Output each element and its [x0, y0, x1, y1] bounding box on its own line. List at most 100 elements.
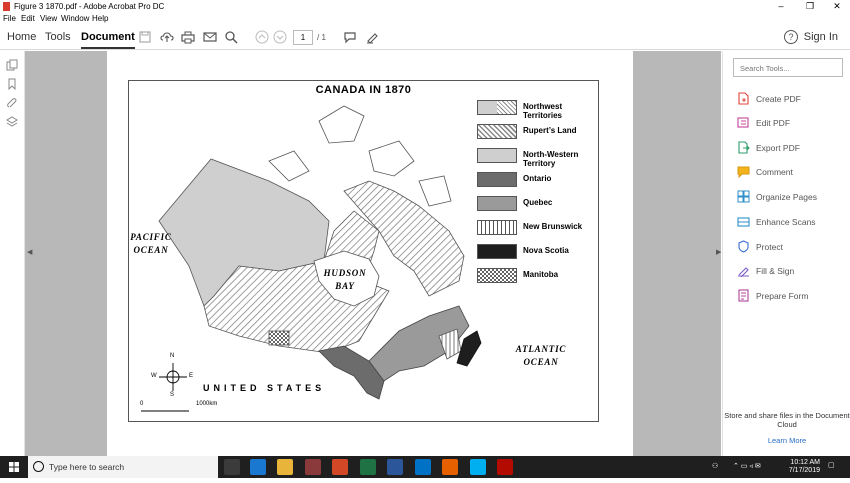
tool-export-pdf[interactable]: Export PDF	[737, 141, 847, 155]
atlantic-ocean-label: ATLANTIC OCEAN	[515, 344, 567, 367]
legend-swatch	[477, 268, 517, 283]
canada-1870-map: CANADA IN 1870 Northwest Territories Rup…	[128, 80, 599, 422]
menu-window[interactable]: Window	[61, 14, 89, 23]
search-icon[interactable]	[224, 30, 238, 44]
tool-enhance-scans[interactable]: Enhance Scans	[737, 215, 847, 229]
close-button[interactable]: ✕	[822, 0, 850, 13]
legend-item-north-western-territory: North-Western Territory	[477, 148, 597, 168]
maximize-button[interactable]: ❐	[795, 0, 825, 13]
tab-tools[interactable]: Tools	[45, 31, 71, 43]
help-icon[interactable]: ?	[784, 30, 798, 44]
main-toolbar: Home Tools Document 1 / 1 ? Sign In	[0, 25, 850, 50]
legend-swatch	[477, 196, 517, 211]
previous-page-icon[interactable]	[255, 30, 269, 44]
acrobat-icon[interactable]	[497, 459, 513, 475]
arctic-island	[318, 105, 365, 144]
search-tools-input[interactable]: Search Tools...	[733, 58, 843, 77]
clock[interactable]: 10:12 AM 7/17/2019	[780, 459, 820, 475]
manitoba-region	[268, 330, 290, 346]
legend-swatch	[477, 172, 517, 187]
tool-prepare-form[interactable]: Prepare Form	[737, 289, 847, 303]
legend-item-nova-scotia: Nova Scotia	[477, 244, 597, 264]
save-icon[interactable]	[138, 30, 152, 44]
app-icon[interactable]	[305, 459, 321, 475]
organize-pages-icon	[737, 190, 750, 203]
file-explorer-icon[interactable]	[277, 459, 293, 475]
legend-swatch	[477, 148, 517, 163]
edit-pdf-icon	[737, 116, 750, 129]
arctic-island	[418, 175, 452, 207]
legend-item-ruperts-land: Rupert’s Land	[477, 124, 597, 144]
legend-swatch	[477, 220, 517, 235]
people-icon[interactable]: ⚇	[712, 463, 718, 471]
clock-time: 10:12 AM	[790, 459, 820, 466]
tab-home[interactable]: Home	[7, 31, 36, 43]
compass-south: S	[170, 392, 175, 398]
tool-edit-pdf[interactable]: Edit PDF	[737, 116, 847, 130]
tool-comment[interactable]: Comment	[737, 165, 847, 179]
bookmark-icon[interactable]	[6, 77, 18, 91]
windows-start-icon[interactable]	[0, 456, 28, 478]
title-bar: Figure 3 1870.pdf - Adobe Acrobat Pro DC…	[0, 0, 850, 13]
comment-icon[interactable]	[343, 30, 357, 44]
window-title: Figure 3 1870.pdf - Adobe Acrobat Pro DC	[14, 2, 165, 11]
shield-icon	[737, 240, 750, 253]
menu-edit[interactable]: Edit	[21, 14, 35, 23]
menu-file[interactable]: File	[3, 14, 16, 23]
tool-organize-pages[interactable]: Organize Pages	[737, 190, 847, 204]
menu-view[interactable]: View	[40, 14, 57, 23]
legend-item-new-brunswick: New Brunswick	[477, 220, 597, 240]
notifications-icon[interactable]: ▢	[828, 462, 835, 470]
excel-icon[interactable]	[360, 459, 376, 475]
next-page-icon[interactable]	[273, 30, 287, 44]
prepare-form-icon	[737, 289, 750, 302]
page-number-input[interactable]: 1	[293, 30, 313, 45]
word-icon[interactable]	[387, 459, 403, 475]
sign-in-link[interactable]: Sign In	[804, 31, 838, 43]
ontario-region	[318, 345, 385, 400]
legend-item-ontario: Ontario	[477, 172, 597, 192]
collapse-left-icon[interactable]: ◀	[27, 248, 32, 256]
comment-tool-icon	[737, 165, 750, 179]
cortana-search-icon	[33, 461, 44, 472]
system-tray-icons[interactable]: ⌃ ▭ ◃ ✉	[733, 463, 761, 471]
learn-more-link[interactable]: Learn More	[723, 436, 850, 445]
skype-icon[interactable]	[470, 459, 486, 475]
windows-taskbar: Type here to search ⚇ ⌃ ▭ ◃ ✉ 10:12 AM 7…	[0, 456, 850, 478]
document-cloud-text: Store and share files in the Document Cl…	[724, 411, 850, 429]
tool-fill-sign[interactable]: Fill & Sign	[737, 264, 847, 278]
scale-end: 1000km	[196, 401, 218, 407]
task-view-icon[interactable]	[224, 459, 240, 475]
taskbar-search-input[interactable]: Type here to search	[28, 456, 218, 478]
collapse-right-icon[interactable]: ▶	[716, 248, 721, 256]
tool-create-pdf[interactable]: Create PDF	[737, 92, 847, 106]
firefox-icon[interactable]	[442, 459, 458, 475]
legend-swatch	[477, 100, 517, 115]
legend-swatch	[477, 244, 517, 259]
arctic-island	[268, 150, 310, 182]
layers-icon[interactable]	[6, 115, 18, 127]
arctic-island	[368, 140, 415, 177]
print-icon[interactable]	[181, 30, 195, 44]
hudson-bay-label: HUDSON BAY	[323, 268, 367, 291]
compass-north: N	[170, 353, 175, 359]
attachment-icon[interactable]	[6, 96, 18, 108]
create-pdf-icon	[737, 92, 750, 105]
scale-start: 0	[140, 401, 144, 407]
tab-document[interactable]: Document	[81, 31, 135, 49]
outlook-icon[interactable]	[415, 459, 431, 475]
tool-protect[interactable]: Protect	[737, 240, 847, 254]
legend-item-quebec: Quebec	[477, 196, 597, 216]
minimize-button[interactable]: –	[766, 0, 796, 13]
highlight-pen-icon[interactable]	[365, 30, 379, 44]
powerpoint-icon[interactable]	[332, 459, 348, 475]
page-thumbnails-icon[interactable]	[6, 58, 18, 71]
clock-date: 7/17/2019	[788, 467, 820, 474]
legend-item-nwt: Northwest Territories	[477, 100, 597, 120]
tools-pane: Search Tools... Create PDF Edit PDF Expo…	[722, 51, 850, 456]
edge-browser-icon[interactable]	[250, 459, 266, 475]
upload-cloud-icon[interactable]	[160, 30, 174, 44]
email-icon[interactable]	[203, 30, 217, 44]
menu-help[interactable]: Help	[92, 14, 108, 23]
united-states-label: UNITED STATES	[203, 383, 326, 393]
